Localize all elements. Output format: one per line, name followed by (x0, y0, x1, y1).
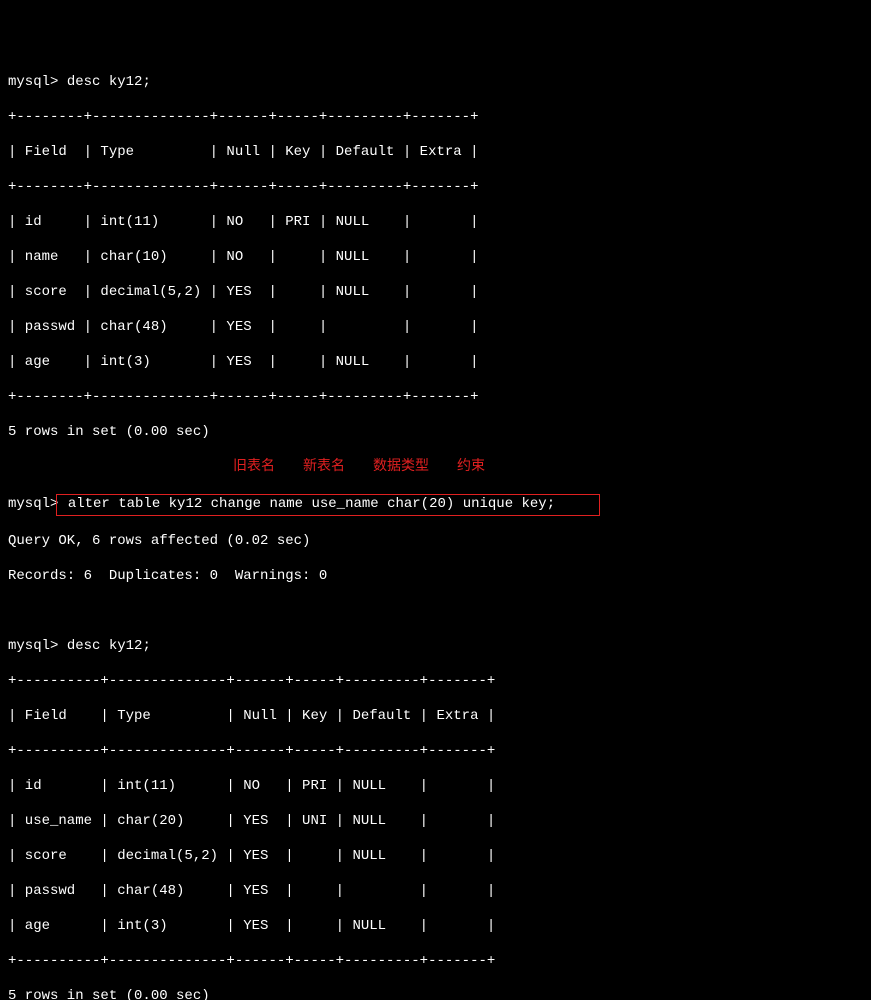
label-constraint: 约束 (457, 459, 485, 475)
mysql-prompt-alter: mysql> (8, 496, 58, 512)
table2-row-age: | age | int(3) | YES | | NULL | | (8, 918, 863, 936)
label-new-table: 新表名 (303, 459, 345, 475)
table2-row-passwd: | passwd | char(48) | YES | | | | (8, 883, 863, 901)
table1-border-bottom: +--------+--------------+------+-----+--… (8, 389, 863, 407)
alter-command: alter table ky12 change name use_name ch… (59, 496, 555, 512)
mysql-prompt-2: mysql> (8, 638, 58, 654)
prompt-line-1[interactable]: mysql> desc ky12; (8, 74, 863, 92)
rows-in-set-2: 5 rows in set (0.00 sec) (8, 988, 863, 1000)
command-desc-1: desc ky12; (67, 74, 151, 90)
label-data-type: 数据类型 (373, 459, 429, 475)
table2-border-top: +----------+--------------+------+-----+… (8, 673, 863, 691)
table1-row-age: | age | int(3) | YES | | NULL | | (8, 354, 863, 372)
table1-border-top: +--------+--------------+------+-----+--… (8, 109, 863, 127)
query-ok-line: Query OK, 6 rows affected (0.02 sec) (8, 533, 863, 551)
highlighted-command-box: alter table ky12 change name use_name ch… (56, 494, 600, 516)
table1-row-passwd: | passwd | char(48) | YES | | | | (8, 319, 863, 337)
rows-in-set-1: 5 rows in set (0.00 sec) (8, 424, 863, 442)
records-line: Records: 6 Duplicates: 0 Warnings: 0 (8, 568, 863, 586)
table2-row-id: | id | int(11) | NO | PRI | NULL | | (8, 778, 863, 796)
mysql-prompt: mysql> (8, 74, 58, 90)
prompt-line-alter[interactable]: mysql> alter table ky12 change name use_… (8, 494, 863, 516)
prompt-line-2[interactable]: mysql> desc ky12; (8, 638, 863, 656)
table2-border-bottom: +----------+--------------+------+-----+… (8, 953, 863, 971)
command-desc-2: desc ky12; (67, 638, 151, 654)
annotation-labels: 旧表名 新表名 数据类型 约束 (8, 459, 863, 477)
table1-row-name: | name | char(10) | NO | | NULL | | (8, 249, 863, 267)
blank-line (8, 603, 863, 621)
label-old-table: 旧表名 (233, 459, 275, 475)
table1-row-score: | score | decimal(5,2) | YES | | NULL | … (8, 284, 863, 302)
table2-border-mid: +----------+--------------+------+-----+… (8, 743, 863, 761)
table2-row-use-name: | use_name | char(20) | YES | UNI | NULL… (8, 813, 863, 831)
table1-row-id: | id | int(11) | NO | PRI | NULL | | (8, 214, 863, 232)
table1-header: | Field | Type | Null | Key | Default | … (8, 144, 863, 162)
table2-row-score: | score | decimal(5,2) | YES | | NULL | … (8, 848, 863, 866)
table1-border-mid: +--------+--------------+------+-----+--… (8, 179, 863, 197)
table2-header: | Field | Type | Null | Key | Default | … (8, 708, 863, 726)
